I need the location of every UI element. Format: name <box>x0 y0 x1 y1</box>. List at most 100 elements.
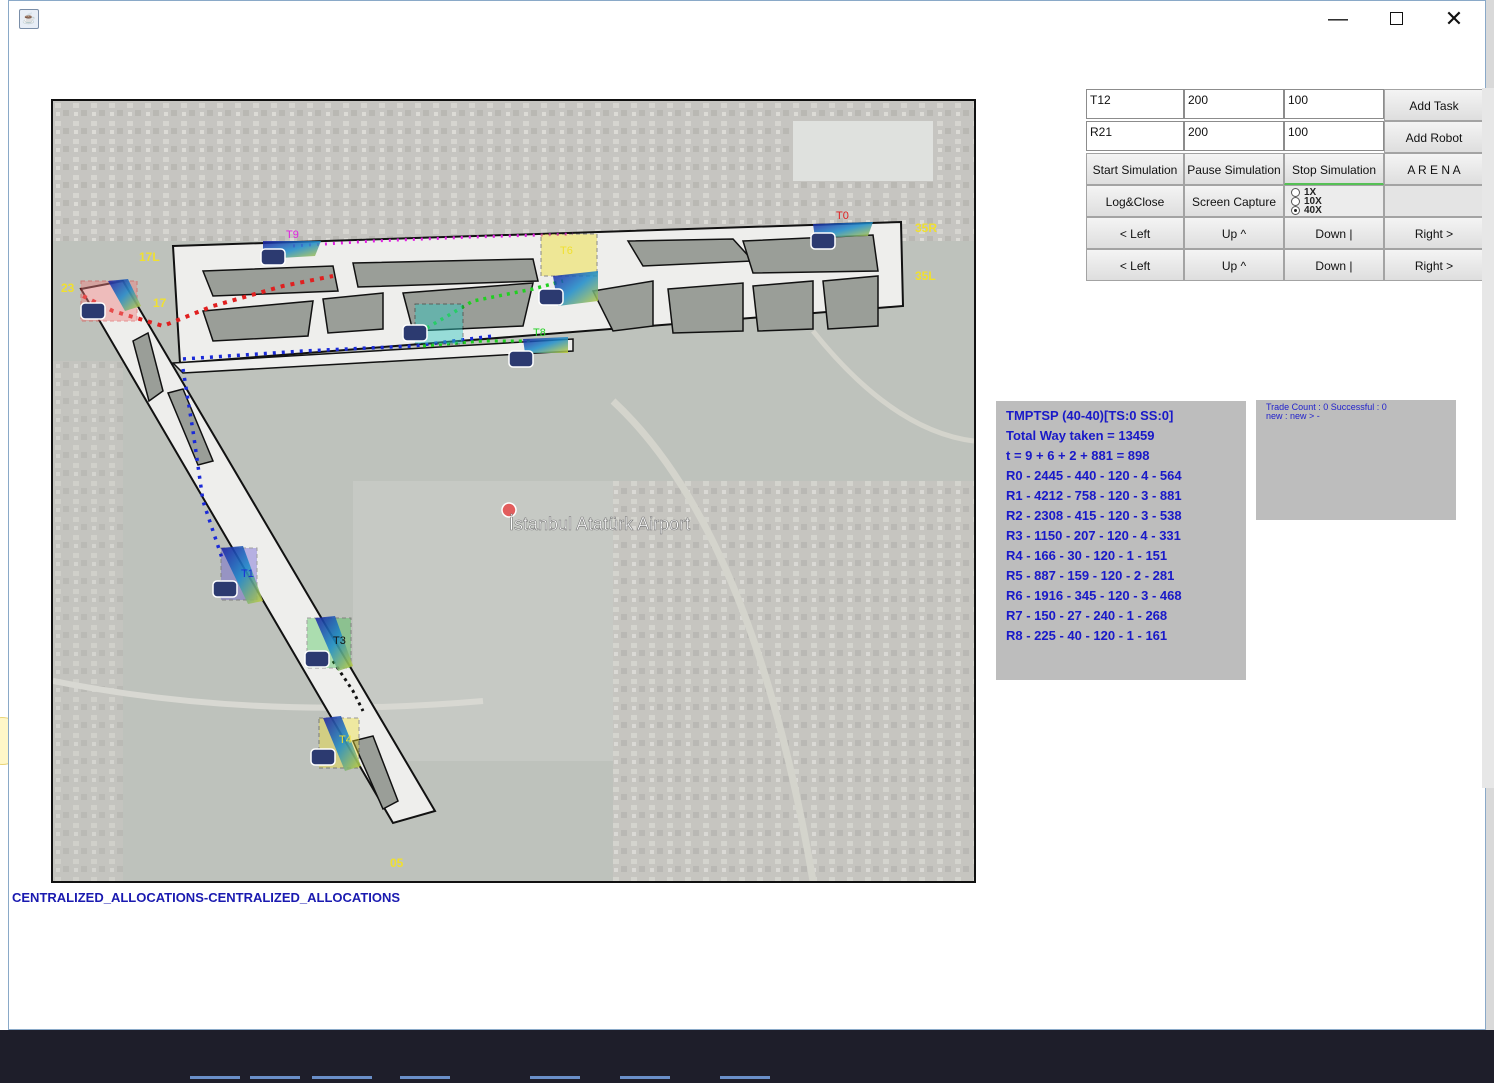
log-close-button[interactable]: Log&Close <box>1086 185 1184 217</box>
add-robot-label: Add Robot <box>1405 131 1463 145</box>
java-cup-icon[interactable]: ☕ <box>19 9 39 29</box>
left-button-1[interactable]: < Left <box>1086 217 1184 249</box>
background-window-edge <box>1482 88 1494 788</box>
minimize-button[interactable]: — <box>1315 5 1361 33</box>
up-button-1[interactable]: Up ^ <box>1184 217 1284 249</box>
speed-option-40x[interactable]: 40X <box>1291 206 1322 216</box>
radio-selected-icon <box>1291 206 1300 215</box>
robot-icon[interactable] <box>508 350 534 368</box>
task-value2-field[interactable]: 100 <box>1284 89 1384 119</box>
trade-new-line: new : new > - <box>1266 411 1320 421</box>
runway-label: 23 <box>61 281 75 295</box>
log-close-label: Log&Close <box>1105 195 1165 209</box>
up-label: Up ^ <box>1221 227 1247 241</box>
start-simulation-button[interactable]: Start Simulation <box>1086 153 1184 185</box>
urban-area-east <box>613 481 974 881</box>
arena-button[interactable]: A R E N A <box>1384 153 1484 185</box>
robot-icon[interactable] <box>538 288 564 306</box>
robot-icon[interactable] <box>212 580 238 598</box>
screen-capture-button[interactable]: Screen Capture <box>1184 185 1284 217</box>
robot-icon[interactable] <box>80 302 106 320</box>
results-panel: TMPTSP (40-40)[TS:0 SS:0] Total Way take… <box>996 401 1246 680</box>
map-canvas: İstanbul Atatürk Airport 17L 17 23 35R 3… <box>53 101 974 881</box>
island <box>667 282 744 334</box>
results-line: R8 - 225 - 40 - 120 - 1 - 161 <box>1006 628 1168 643</box>
empty-button[interactable] <box>1384 185 1484 217</box>
right-button-2[interactable]: Right > <box>1384 249 1484 281</box>
robot-value1-field[interactable]: 200 <box>1184 121 1284 151</box>
down-label: Down | <box>1315 259 1353 273</box>
runway-label: 05 <box>390 856 404 870</box>
airport-label: İstanbul Atatürk Airport <box>509 514 690 534</box>
left-label: < Left <box>1119 227 1151 241</box>
taskbar-item[interactable] <box>720 1076 770 1079</box>
island <box>626 238 755 267</box>
task-name-field[interactable]: T12 <box>1086 89 1184 119</box>
task-label: T1 <box>241 568 254 580</box>
task-value1-field[interactable]: 200 <box>1184 89 1284 119</box>
robot-icon[interactable] <box>810 232 836 250</box>
speed-option-label: 40X <box>1304 205 1322 217</box>
radio-icon <box>1291 197 1300 206</box>
taskbar-item[interactable] <box>250 1076 300 1079</box>
left-label: < Left <box>1119 259 1151 273</box>
runway-label: 17 <box>153 296 167 310</box>
taskbar-item[interactable] <box>400 1076 450 1079</box>
results-line: R3 - 1150 - 207 - 120 - 4 - 331 <box>1006 528 1181 543</box>
robot-icon[interactable] <box>260 248 286 266</box>
runway-label: 35R <box>915 221 937 235</box>
taskbar-item[interactable] <box>190 1076 240 1079</box>
right-label: Right > <box>1414 227 1454 241</box>
island <box>822 275 879 330</box>
radio-icon <box>1291 188 1300 197</box>
task-label: T6 <box>560 245 573 257</box>
down-button-2[interactable]: Down | <box>1284 249 1384 281</box>
screen-capture-label: Screen Capture <box>1191 195 1277 209</box>
results-line: Total Way taken = 13459 <box>1006 428 1155 443</box>
right-label: Right > <box>1414 259 1454 273</box>
robot-value2-field[interactable]: 100 <box>1284 121 1384 151</box>
allocation-status-label: CENTRALIZED_ALLOCATIONS-CENTRALIZED_ALLO… <box>12 890 401 905</box>
down-button-1[interactable]: Down | <box>1284 217 1384 249</box>
results-line: R7 - 150 - 27 - 240 - 1 - 268 <box>1006 608 1168 623</box>
maximize-button[interactable] <box>1373 5 1419 33</box>
apron-block <box>793 121 933 181</box>
island <box>322 292 384 334</box>
add-task-button[interactable]: Add Task <box>1384 89 1484 121</box>
trade-panel: Trade Count : 0 Successful : 0 new : new… <box>1256 400 1456 520</box>
airport-map[interactable]: İstanbul Atatürk Airport 17L 17 23 35R 3… <box>51 99 976 883</box>
results-line: R4 - 166 - 30 - 120 - 1 - 151 <box>1006 548 1168 563</box>
up-label: Up ^ <box>1221 259 1247 273</box>
pause-simulation-button[interactable]: Pause Simulation <box>1184 153 1284 185</box>
results-line: R1 - 4212 - 758 - 120 - 3 - 881 <box>1006 488 1182 503</box>
title-bar: ☕ — ✕ <box>9 1 1485 37</box>
taskbar-item[interactable] <box>312 1076 372 1079</box>
add-task-label: Add Task <box>1409 99 1459 113</box>
start-simulation-label: Start Simulation <box>1092 163 1178 177</box>
robot-icon[interactable] <box>402 324 428 342</box>
task-label: T0 <box>836 210 849 222</box>
task-label: T8 <box>533 327 546 339</box>
results-line: t = 9 + 6 + 2 + 881 = 898 <box>1006 448 1150 463</box>
runway-label: 35L <box>915 269 936 283</box>
taskbar-item[interactable] <box>620 1076 670 1079</box>
robot-name-field[interactable]: R21 <box>1086 121 1184 151</box>
taskbar-item[interactable] <box>530 1076 580 1079</box>
task-label: T9 <box>286 229 299 241</box>
close-button[interactable]: ✕ <box>1431 5 1477 33</box>
up-button-2[interactable]: Up ^ <box>1184 249 1284 281</box>
add-robot-button[interactable]: Add Robot <box>1384 121 1484 153</box>
taskbar <box>0 1030 1494 1083</box>
control-panel: T12 200 100 Add Task R21 200 100 Add Rob… <box>1076 88 1484 281</box>
robot-icon[interactable] <box>304 650 330 668</box>
results-line: R2 - 2308 - 415 - 120 - 3 - 538 <box>1006 508 1182 523</box>
pause-simulation-label: Pause Simulation <box>1187 163 1281 177</box>
left-button-2[interactable]: < Left <box>1086 249 1184 281</box>
island <box>752 280 814 332</box>
speed-radio-group: 1X 10X 40X <box>1284 185 1384 217</box>
stop-simulation-button[interactable]: Stop Simulation <box>1284 153 1384 185</box>
right-button-1[interactable]: Right > <box>1384 217 1484 249</box>
robot-icon[interactable] <box>310 748 336 766</box>
maximize-icon <box>1389 11 1403 25</box>
results-line: R5 - 887 - 159 - 120 - 2 - 281 <box>1006 568 1175 583</box>
